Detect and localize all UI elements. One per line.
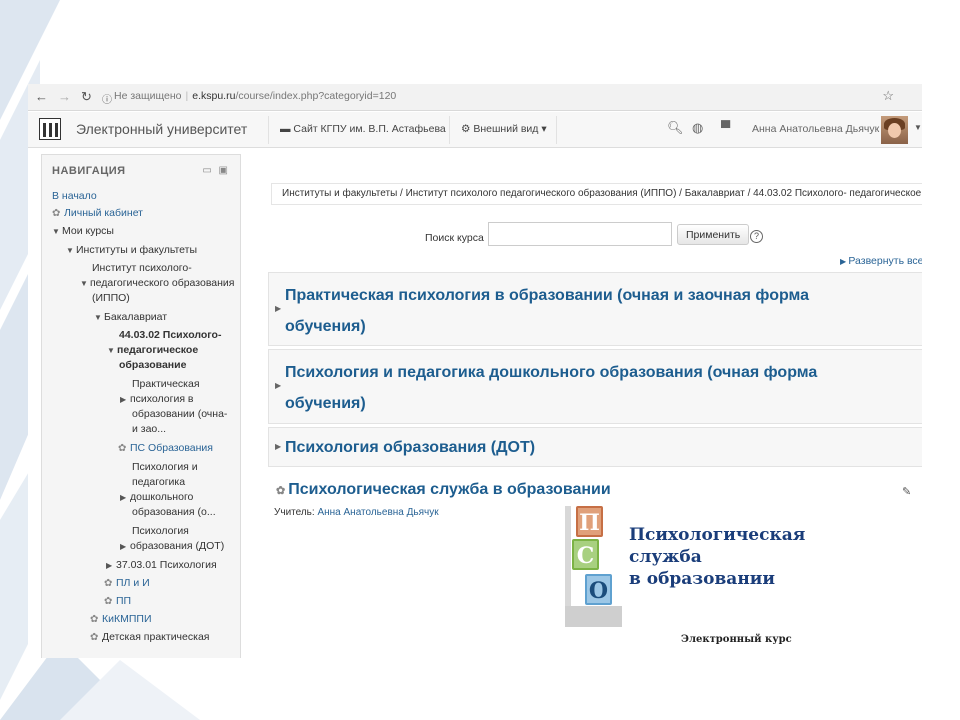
brand-title[interactable]: Электронный университет xyxy=(76,121,247,137)
gear-icon: ✿ xyxy=(104,578,113,589)
nav-course3-line2[interactable]: ▶ образования (ДОТ) xyxy=(120,539,224,554)
block-s: С xyxy=(572,539,599,570)
top-navbar: Электронный университет ▬ Сайт КГПУ им. … xyxy=(28,112,922,148)
search-icon[interactable]: 🔍︎ xyxy=(667,120,684,136)
nav-cabinet[interactable]: ✿ Личный кабинет xyxy=(52,206,143,221)
nav-course2-line2[interactable]: педагогика xyxy=(132,475,185,490)
nav-course1-line1[interactable]: Практическая xyxy=(132,377,200,392)
help-icon[interactable]: ? xyxy=(750,230,763,243)
chevron-down-icon[interactable]: ▼ xyxy=(914,123,922,132)
messages-icon[interactable]: ▀ xyxy=(721,120,730,135)
university-logo-icon[interactable] xyxy=(39,118,61,140)
chevron-down-icon: ▼ xyxy=(94,313,102,322)
nav-course2-line3[interactable]: ▶ дошкольного xyxy=(120,490,193,505)
chevron-right-icon: ▶ xyxy=(120,542,127,551)
nav-ippo-line3[interactable]: (ИППО) xyxy=(92,291,130,306)
gear-icon: ✿ xyxy=(90,632,99,643)
gear-icon: ⚙ xyxy=(461,123,474,135)
course-image-caption: Электронный курс xyxy=(681,634,792,645)
chevron-right-icon: ▶ xyxy=(275,381,282,390)
chevron-right-icon: ▶ xyxy=(120,493,127,502)
nav-kids[interactable]: ✿ Детская практическая xyxy=(90,630,209,645)
navigation-block: НАВИГАЦИЯ ▭ ▣ В начало ✿ Личный кабинет ▼… xyxy=(41,154,241,658)
category-1[interactable]: ▶ Практическая психология в образовании … xyxy=(268,272,922,346)
expand-all-link[interactable]: ▶ Развернуть все xyxy=(840,255,922,267)
address-bar: ← → ↻ ⓘ Не защищено | e.kspu.ru/course/ind… xyxy=(28,84,922,111)
menu-view-dropdown[interactable]: ⚙ Внешний вид ▾ xyxy=(461,123,547,135)
url-domain: e.kspu.ru xyxy=(192,90,236,102)
forward-icon[interactable]: → xyxy=(58,89,71,104)
category-1-title: Практическая психология в образовании (о… xyxy=(285,287,810,335)
screenshot: ← → ↻ ⓘ Не защищено | e.kspu.ru/course/ind… xyxy=(28,84,922,658)
url-insecure: Не защищено xyxy=(114,90,182,102)
chevron-right-icon: ▶ xyxy=(275,304,282,313)
chevron-down-icon: ▼ xyxy=(80,279,88,288)
course-teacher: Учитель: Анна Анатольевна Дьячук xyxy=(274,507,439,518)
gear-icon: ✿ xyxy=(118,443,127,454)
course-image-blocks: П С О xyxy=(565,506,622,627)
course-image-title: Психологическая служба в образовании xyxy=(629,525,806,589)
nav-ippo-line2[interactable]: ▼ педагогического образования xyxy=(80,276,234,291)
notifications-icon[interactable]: ◍ xyxy=(692,120,703,136)
gear-icon: ✿ xyxy=(276,485,289,497)
nav-course2-line1[interactable]: Психология и xyxy=(132,460,198,475)
nav-course1-line2[interactable]: ▶ психология в xyxy=(120,392,194,407)
nav-ippo-line1[interactable]: Институт психолого- xyxy=(92,261,192,276)
url-path: /course/index.php?categoryid=120 xyxy=(235,90,397,102)
nav-course1-line4[interactable]: и зао... xyxy=(132,422,166,437)
url-field[interactable]: Не защищено | e.kspu.ru/course/index.php?c… xyxy=(114,90,396,102)
nav-pli[interactable]: ✿ ПЛ и И xyxy=(104,576,150,591)
nav-home[interactable]: В начало xyxy=(52,189,97,204)
menu-site-link[interactable]: ▬ Сайт КГПУ им. В.П. Астафьева xyxy=(280,123,446,135)
gear-icon: ✿ xyxy=(104,596,113,607)
block-actions-icon[interactable]: ▭ ▣ xyxy=(202,165,230,176)
nav-course2-line4[interactable]: образования (о... xyxy=(132,505,216,520)
link-icon: ▬ xyxy=(280,123,294,135)
chevron-down-icon: ▼ xyxy=(107,346,115,355)
nav-course1-line3[interactable]: образовании (очна- xyxy=(132,407,227,422)
category-3[interactable]: ▶ Психология образования (ДОТ) xyxy=(268,427,922,467)
gear-icon: ✿ xyxy=(90,614,99,625)
nav-spec-line2[interactable]: ▼ педагогическое xyxy=(107,343,198,358)
apply-button[interactable]: Применить xyxy=(677,224,750,245)
chevron-right-icon: ▶ xyxy=(106,561,113,570)
chevron-right-icon: ▶ xyxy=(275,442,282,451)
chevron-down-icon: ▼ xyxy=(52,227,60,236)
course-title[interactable]: ✿ Психологическая служба в образовании xyxy=(276,481,611,499)
avatar[interactable] xyxy=(881,116,908,144)
breadcrumb[interactable]: Институты и факультеты / Институт психол… xyxy=(271,183,922,205)
block-p: П xyxy=(576,506,603,537)
search-input[interactable] xyxy=(488,222,672,246)
block-o: О xyxy=(585,574,612,605)
back-icon[interactable]: ← xyxy=(35,89,48,104)
nav-bachelor[interactable]: ▼ Бакалавриат xyxy=(94,310,167,325)
chevron-down-icon: ▼ xyxy=(66,246,74,255)
category-2[interactable]: ▶ Психология и педагогика дошкольного об… xyxy=(268,349,922,424)
search-label: Поиск курса xyxy=(425,232,484,244)
info-icon[interactable]: ⓘ xyxy=(102,91,112,106)
nav-ps-education[interactable]: ✿ ПС Образования xyxy=(118,441,213,456)
nav-pp[interactable]: ✿ ПП xyxy=(104,594,131,609)
nav-spec-line3[interactable]: образование xyxy=(119,358,186,373)
navigation-heading: НАВИГАЦИЯ xyxy=(52,165,126,177)
teacher-link[interactable]: Анна Анатольевна Дьячук xyxy=(317,507,438,518)
nav-course3-line1[interactable]: Психология xyxy=(132,524,189,539)
gear-icon: ✿ xyxy=(52,208,61,219)
reload-icon[interactable]: ↻ xyxy=(81,89,92,105)
nav-my-courses[interactable]: ▼ Мои курсы xyxy=(52,224,114,239)
nav-psychology[interactable]: ▶ 37.03.01 Психология xyxy=(106,558,217,573)
category-3-title: Психология образования (ДОТ) xyxy=(285,439,536,456)
nav-institutes[interactable]: ▼ Институты и факультеты xyxy=(66,243,197,258)
bookmark-star-icon[interactable]: ☆ xyxy=(882,88,894,104)
edit-icon[interactable]: ✎ xyxy=(902,485,911,498)
user-name[interactable]: Анна Анатольевна Дьячук xyxy=(752,123,879,135)
category-2-title: Психология и педагогика дошкольного обра… xyxy=(285,364,818,412)
course-entry: ✿ Психологическая служба в образовании У… xyxy=(268,473,922,658)
chevron-right-icon: ▶ xyxy=(120,395,127,404)
nav-kikmppi[interactable]: ✿ КиКМППИ xyxy=(90,612,152,627)
nav-spec-line1[interactable]: 44.03.02 Психолого- xyxy=(119,328,221,343)
